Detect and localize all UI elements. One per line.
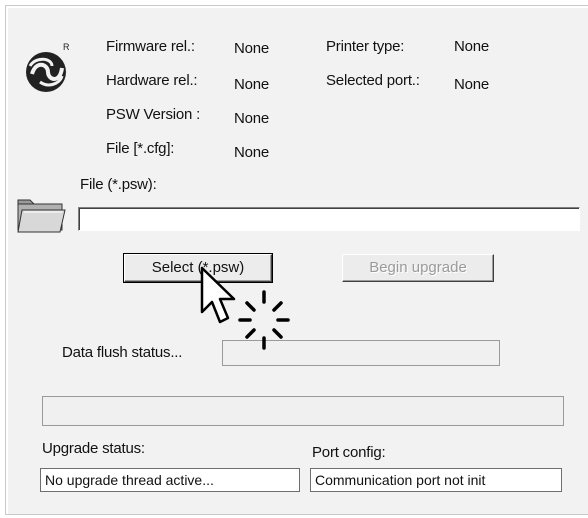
upgrade-dialog	[5, 5, 588, 515]
hardware-value: None	[234, 76, 270, 93]
psw-file-label: File (*.psw):	[80, 176, 157, 193]
selected-port-label: Selected port.:	[326, 72, 420, 89]
folder-icon[interactable]	[16, 196, 66, 234]
printer-type-value: None	[454, 38, 490, 55]
port-config-box: Communication port not init	[310, 468, 562, 492]
upgrade-status-box: No upgrade thread active...	[40, 468, 300, 492]
upgrade-status-label: Upgrade status:	[42, 440, 145, 457]
data-flush-label: Data flush status...	[62, 344, 183, 361]
psw-version-value: None	[234, 110, 270, 127]
brand-logo: R	[26, 42, 70, 92]
psw-version-label: PSW Version :	[106, 106, 201, 123]
cfg-file-label: File [*.cfg]:	[106, 140, 175, 157]
firmware-label: Firmware rel.:	[106, 38, 195, 55]
pointer-cursor-icon	[200, 266, 290, 350]
selected-port-value: None	[454, 76, 490, 93]
hardware-label: Hardware rel.:	[106, 72, 198, 89]
begin-upgrade-button[interactable]: Begin upgrade	[342, 254, 494, 282]
firmware-value: None	[234, 40, 270, 57]
printer-type-label: Printer type:	[326, 38, 405, 55]
click-burst-icon	[238, 290, 290, 350]
cfg-file-value: None	[234, 144, 270, 161]
upgrade-progress-bar	[42, 396, 564, 426]
psw-file-input[interactable]	[78, 207, 580, 231]
svg-text:R: R	[63, 42, 70, 52]
port-config-label: Port config:	[312, 444, 386, 461]
